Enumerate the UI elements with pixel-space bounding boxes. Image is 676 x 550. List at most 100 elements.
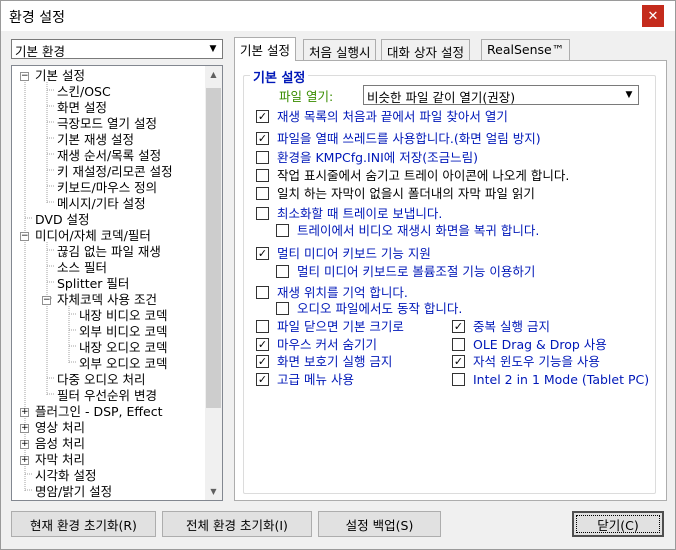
checkbox-box[interactable] bbox=[452, 373, 465, 386]
tab-realsense[interactable]: RealSense™ bbox=[481, 39, 571, 60]
expand-icon[interactable]: + bbox=[20, 408, 29, 417]
expand-icon[interactable]: + bbox=[20, 424, 29, 433]
preferences-window: 환경 설정 ✕ 기본 환경 ▼ − 기본 설정 스킨/OSC 화면 설정 극장모… bbox=[0, 0, 676, 550]
option-label: 멀티 미디어 키보드로 볼륨조절 기능 이용하기 bbox=[297, 264, 536, 279]
tree-item[interactable]: 외부 비디오 코덱 bbox=[79, 324, 167, 340]
tree-item[interactable]: 기본 재생 설정 bbox=[57, 132, 134, 148]
tree-item[interactable]: 외부 오디오 코덱 bbox=[79, 356, 167, 372]
tree-item[interactable]: 영상 처리 bbox=[35, 420, 85, 436]
tree-item[interactable]: 필터 우선순위 변경 bbox=[57, 388, 157, 404]
option-label: 파일 닫으면 기본 크기로 bbox=[277, 319, 404, 334]
checkbox-box[interactable] bbox=[256, 169, 269, 182]
checkbox-box[interactable] bbox=[276, 302, 289, 315]
tree-item[interactable]: 화면 설정 bbox=[57, 100, 107, 116]
window-title: 환경 설정 bbox=[9, 10, 65, 26]
reset-current-settings-button[interactable]: 현재 환경 초기화(R) bbox=[11, 511, 156, 537]
tree-item[interactable]: 미디어/자체 코덱/필터 bbox=[35, 228, 151, 244]
option-label: 재생 목록의 처음과 끝에서 파일 찾아서 열기 bbox=[277, 109, 508, 124]
file-open-label: 파일 열기: bbox=[279, 89, 334, 104]
backup-settings-button[interactable]: 설정 백업(S) bbox=[318, 511, 441, 537]
checkbox-box[interactable] bbox=[256, 151, 269, 164]
option-label: 고급 메뉴 사용 bbox=[277, 372, 354, 387]
title-bar: 환경 설정 ✕ bbox=[1, 1, 675, 31]
tree-item[interactable]: 플러그인 - DSP, Effect bbox=[35, 404, 162, 420]
option-label: 일치 하는 자막이 없을시 폴더내의 자막 파일 읽기 bbox=[277, 186, 535, 201]
tree-item[interactable]: 명암/밝기 설정 bbox=[35, 484, 112, 500]
chevron-down-icon: ▼ bbox=[625, 90, 633, 100]
scroll-thumb[interactable] bbox=[206, 88, 221, 408]
group-title: 기본 설정 bbox=[250, 67, 309, 86]
checkbox-box[interactable] bbox=[256, 320, 269, 333]
scroll-down-icon[interactable]: ▼ bbox=[205, 483, 222, 500]
option-label: 오디오 파일에서도 동작 합니다. bbox=[297, 301, 463, 316]
checkbox-box[interactable]: ✓ bbox=[452, 355, 465, 368]
option-label: 멀티 미디어 키보드 기능 지원 bbox=[277, 246, 431, 261]
tree-item[interactable]: DVD 설정 bbox=[35, 212, 90, 228]
option-label: 화면 보호기 실행 금지 bbox=[277, 354, 393, 369]
checkbox-box[interactable] bbox=[276, 265, 289, 278]
option-label: OLE Drag & Drop 사용 bbox=[473, 337, 607, 352]
close-window-button[interactable]: ✕ bbox=[631, 1, 675, 31]
close-icon: ✕ bbox=[642, 5, 664, 27]
tree-item[interactable]: 키 재설정/리모콘 설정 bbox=[57, 164, 173, 180]
tab-basic-settings[interactable]: 기본 설정 bbox=[234, 37, 296, 61]
option-label: 중복 실행 금지 bbox=[473, 319, 550, 334]
option-label: 재생 위치를 기억 합니다. bbox=[277, 285, 408, 300]
checkbox-box[interactable]: ✓ bbox=[256, 355, 269, 368]
tree-item[interactable]: 자체코덱 사용 조건 bbox=[57, 292, 157, 308]
tree-item[interactable]: 극장모드 열기 설정 bbox=[57, 116, 157, 132]
reset-current-label: 현재 환경 초기화(R) bbox=[30, 517, 137, 533]
backup-label: 설정 백업(S) bbox=[345, 517, 414, 533]
tree-item[interactable]: 자막 처리 bbox=[35, 452, 85, 468]
checkbox-box[interactable]: ✓ bbox=[256, 132, 269, 145]
file-open-select-value: 비슷한 파일 같이 열기(권장) bbox=[367, 90, 516, 105]
checkbox-box[interactable] bbox=[256, 187, 269, 200]
option-label: 작업 표시줄에서 숨기고 트레이 아이콘에 나오게 합니다. bbox=[277, 168, 570, 183]
tree-item[interactable]: 재생 순서/목록 설정 bbox=[57, 148, 161, 164]
tree-item[interactable]: 끊김 없는 파일 재생 bbox=[57, 244, 161, 260]
option-label: 최소화할 때 트레이로 보냅니다. bbox=[277, 206, 443, 221]
checkbox-box[interactable] bbox=[256, 207, 269, 220]
file-open-select[interactable]: 비슷한 파일 같이 열기(권장) ▼ bbox=[363, 85, 639, 105]
tree-item[interactable]: 내장 오디오 코덱 bbox=[79, 340, 167, 356]
tree-item[interactable]: 기본 설정 bbox=[35, 68, 85, 84]
checkbox-box[interactable]: ✓ bbox=[452, 320, 465, 333]
tree-item[interactable]: 메시지/기타 설정 bbox=[57, 196, 146, 212]
option-label: 마우스 커서 숨기기 bbox=[277, 337, 377, 352]
checkbox-box[interactable] bbox=[256, 286, 269, 299]
settings-tree: − 기본 설정 스킨/OSC 화면 설정 극장모드 열기 설정 기본 재생 설정 재생 순서… bbox=[11, 65, 223, 501]
checkbox-box[interactable] bbox=[452, 338, 465, 351]
profile-select[interactable]: 기본 환경 ▼ bbox=[11, 39, 223, 59]
tab-dialog-settings[interactable]: 대화 상자 설정 bbox=[381, 39, 470, 60]
checkbox-box[interactable] bbox=[276, 224, 289, 237]
checkbox-box[interactable]: ✓ bbox=[256, 338, 269, 351]
expand-icon[interactable]: + bbox=[20, 440, 29, 449]
collapse-icon[interactable]: − bbox=[42, 296, 51, 305]
tree-item[interactable]: 시각화 설정 bbox=[35, 468, 96, 484]
checkbox-box[interactable]: ✓ bbox=[256, 373, 269, 386]
tree-scrollbar[interactable]: ▲ ▼ bbox=[205, 66, 222, 500]
tree-item[interactable]: Splitter 필터 bbox=[57, 276, 129, 292]
tree-item[interactable]: 키보드/마우스 정의 bbox=[57, 180, 157, 196]
tree-item[interactable]: 음성 처리 bbox=[35, 436, 85, 452]
expand-icon[interactable]: + bbox=[20, 456, 29, 465]
chevron-down-icon: ▼ bbox=[209, 44, 217, 54]
reset-all-settings-button[interactable]: 전체 환경 초기화(I) bbox=[162, 511, 312, 537]
basic-settings-panel: 기본 설정 bbox=[234, 60, 667, 501]
tab-on-first-run[interactable]: 처음 실행시 bbox=[303, 39, 377, 60]
reset-all-label: 전체 환경 초기화(I) bbox=[186, 517, 288, 533]
option-label: 자석 윈도우 기능을 사용 bbox=[473, 354, 600, 369]
checkbox-box[interactable]: ✓ bbox=[256, 110, 269, 123]
checkbox-box[interactable]: ✓ bbox=[256, 247, 269, 260]
tree-item[interactable]: 내장 비디오 코덱 bbox=[79, 308, 167, 324]
close-button[interactable]: 닫기(C) bbox=[572, 511, 664, 537]
profile-select-value: 기본 환경 bbox=[15, 44, 65, 59]
tree-item[interactable]: 스킨/OSC bbox=[57, 84, 111, 100]
option-label: 파일을 열때 쓰레드를 사용합니다.(화면 얼림 방지) bbox=[277, 131, 541, 146]
option-label: 트레이에서 비디오 재생시 화면을 복귀 합니다. bbox=[297, 223, 540, 238]
scroll-up-icon[interactable]: ▲ bbox=[205, 66, 222, 83]
collapse-icon[interactable]: − bbox=[20, 72, 29, 81]
tree-item[interactable]: 소스 필터 bbox=[57, 260, 107, 276]
tree-item[interactable]: 다중 오디오 처리 bbox=[57, 372, 145, 388]
collapse-icon[interactable]: − bbox=[20, 232, 29, 241]
